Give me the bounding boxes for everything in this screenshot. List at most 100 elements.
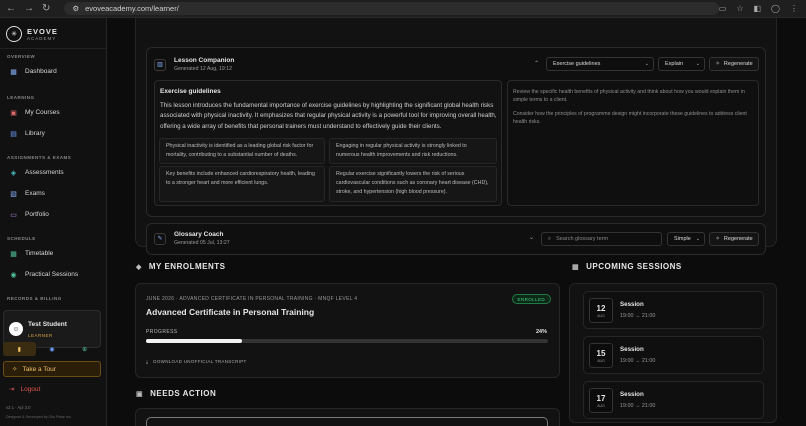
session-name: Session (620, 301, 644, 308)
session-month: AUG (597, 403, 605, 408)
graduation-cap-icon: ◆ (136, 263, 142, 271)
folder-icon: ▭ (10, 211, 17, 219)
session-name: Session (620, 346, 644, 353)
book-open-icon: ▥ (154, 58, 166, 71)
session-date: 12 AUG (589, 298, 613, 323)
menu-icon[interactable]: ⋮ (790, 4, 798, 13)
sidebar-item-dashboard[interactable]: ▦ Dashboard (0, 61, 107, 82)
compass-icon: ✧ (12, 366, 18, 373)
sidebar-item-assessments[interactable]: ◈ Assessments (0, 162, 107, 183)
pin-icon: ◉ (10, 271, 17, 279)
enrolment-meta: JUNE 2026 · ADVANCED CERTIFICATE IN PERS… (146, 296, 358, 302)
user-name: Test Student (28, 320, 67, 328)
sidebar-item-library[interactable]: ▤ Library (0, 123, 107, 144)
fact-card: Regular exercise significantly lowers th… (329, 166, 497, 202)
level-select[interactable]: Simple ⌄ (667, 232, 705, 246)
cast-icon[interactable]: ▭ (719, 4, 727, 13)
logout-icon: ⇥ (9, 386, 15, 393)
session-day: 15 (596, 348, 606, 358)
download-transcript-link[interactable]: ⤓ DOWNLOAD UNOFFICIAL TRANSCRIPT (146, 359, 247, 364)
topic-select-value: Exercise guidelines (553, 61, 601, 67)
sidebar-item-label: Assessments (25, 169, 64, 176)
globe-icon[interactable]: ⊕ (68, 342, 101, 356)
lesson-companion-panel: ▥ Lesson Companion Generated 12 Aug, 19:… (146, 47, 766, 217)
session-day: 12 (596, 303, 606, 313)
session-item[interactable]: 15 AUG Session 19:00 → 21:00 (583, 336, 764, 374)
sidebar-item-timetable[interactable]: ▦ Timetable (0, 243, 107, 264)
brand-tagline: ACADEMY (27, 36, 57, 41)
sidebar-item-label: Portfolio (25, 211, 49, 218)
glossary-search-input[interactable]: ⌕ Search glossary term (541, 232, 662, 246)
search-icon: ⌕ (548, 235, 552, 242)
reflection-prompts: Review the specific health benefits of p… (507, 80, 759, 206)
session-time: 19:00 → 21:00 (620, 403, 656, 409)
brand[interactable]: ✳ EVOVE ACADEMY (0, 18, 106, 49)
credit-text: Designed & Developed by Olio Pulse Inc. (6, 415, 72, 419)
sidebar-item-exams[interactable]: ▧ Exams (0, 183, 107, 204)
prompt-text: Consider how the principles of programme… (513, 111, 747, 125)
prompt-text: Review the specific health benefits of p… (513, 89, 745, 103)
fact-card: Engaging in regular physical activity is… (329, 138, 497, 164)
session-item[interactable]: 12 AUG Session 19:00 → 21:00 (583, 291, 764, 329)
section-records: RECORDS & BILLING (7, 296, 62, 301)
bookmark-star-icon[interactable]: ☆ (736, 4, 743, 13)
palette-icon[interactable]: ◉ (36, 342, 69, 356)
sidebar-item-label: Dashboard (25, 68, 57, 75)
chevron-down-icon: ⌄ (644, 61, 649, 67)
profile-icon[interactable]: ◯ (771, 4, 780, 13)
avatar: ☺ (9, 322, 23, 336)
topic-select[interactable]: Exercise guidelines ⌄ (546, 57, 654, 71)
level-select-value: Simple (674, 236, 691, 242)
session-item[interactable]: 17 AUG Session 19:00 → 21:00 (583, 381, 764, 419)
progress-label: PROGRESS (146, 329, 178, 335)
lesson-regenerate-button[interactable]: ✧ Regenerate (709, 57, 759, 71)
section-schedule: SCHEDULE (7, 236, 36, 241)
logout-button[interactable]: ⇥ Logout (9, 385, 40, 394)
sidebar: ✳ EVOVE ACADEMY OVERVIEW ▦ Dashboard LEA… (0, 18, 107, 426)
enrolment-card[interactable]: JUNE 2026 · ADVANCED CERTIFICATE IN PERS… (135, 283, 560, 378)
take-a-tour-button[interactable]: ✧ Take a Tour (3, 361, 101, 377)
url-text: evoveacademy.com/learner/ (85, 4, 179, 13)
extensions-icon[interactable]: ◧ (753, 4, 761, 13)
reload-icon[interactable]: ↻ (42, 3, 50, 14)
library-icon: ▤ (10, 130, 17, 138)
mode-select[interactable]: Explain ⌄ (658, 57, 705, 71)
chevron-down-icon: ⌄ (695, 61, 700, 67)
calendar-icon: ▦ (10, 250, 17, 258)
chevron-down-icon[interactable]: ⌄ (529, 234, 534, 241)
back-icon[interactable]: ← (6, 3, 16, 14)
forward-icon[interactable]: → (24, 3, 34, 14)
download-transcript-label: DOWNLOAD UNOFFICIAL TRANSCRIPT (153, 359, 247, 364)
sidebar-item-portfolio[interactable]: ▭ Portfolio (0, 204, 107, 225)
sparkle-icon: ✧ (715, 61, 720, 67)
main-content: ▥ Lesson Companion Generated 12 Aug, 19:… (107, 18, 806, 426)
browser-toolbar: ← → ↻ ⚙ evoveacademy.com/learner/ ▭ ☆ ◧ … (0, 0, 806, 18)
bookmark-icon[interactable]: ▮ (3, 342, 36, 356)
lesson-companion-generated: Generated 12 Aug, 19:12 (174, 66, 232, 72)
clipboard-icon: ◈ (10, 169, 17, 177)
needs-action-heading: ▣ NEEDS ACTION (136, 389, 216, 398)
needs-action-item[interactable] (146, 417, 548, 426)
exam-icon: ▧ (10, 190, 17, 198)
status-badge: ENROLLED (511, 294, 551, 304)
progress-fill (146, 339, 243, 343)
sidebar-item-my-courses[interactable]: ▣ My Courses (0, 102, 107, 123)
glossary-regenerate-button[interactable]: ✧ Regenerate (709, 232, 759, 246)
progress-value: 24% (535, 329, 547, 335)
glossary-coach-title: Glossary Coach (174, 231, 224, 238)
site-info-icon[interactable]: ⚙ (72, 4, 79, 13)
sidebar-item-label: Library (25, 130, 45, 137)
sidebar-item-label: My Courses (25, 109, 60, 116)
sidebar-item-label: Exams (25, 190, 45, 197)
sidebar-item-practical-sessions[interactable]: ◉ Practical Sessions (0, 264, 107, 285)
sidebar-item-label: Timetable (25, 250, 54, 257)
glossary-coach-header: ✎ Glossary Coach Generated 05 Jul, 13:27 (154, 231, 230, 246)
session-month: AUG (597, 358, 605, 363)
glossary-coach-panel: ✎ Glossary Coach Generated 05 Jul, 13:27… (146, 223, 766, 255)
glossary-coach-generated: Generated 05 Jul, 13:27 (174, 240, 230, 246)
address-bar[interactable]: ⚙ evoveacademy.com/learner/ (64, 2, 719, 15)
session-time: 19:00 → 21:00 (620, 358, 656, 364)
chevron-up-icon[interactable]: ⌃ (534, 60, 539, 67)
calendar-icon: ▦ (572, 263, 580, 271)
logo-icon: ✳ (6, 26, 22, 42)
